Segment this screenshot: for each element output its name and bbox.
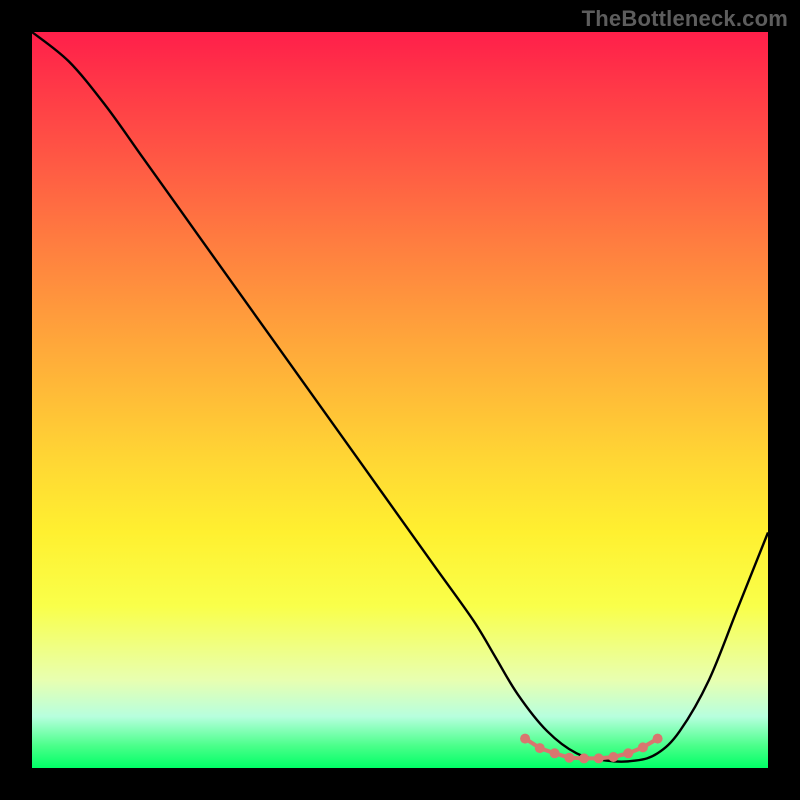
optimal-range-dot [579,753,589,763]
optimal-range-dot [608,752,618,762]
optimal-range-dot [594,753,604,763]
optimal-range-line [525,739,658,759]
optimal-range-dot [520,734,530,744]
curve-svg [32,32,768,768]
optimal-range-dot [535,743,545,753]
optimal-range-dot [623,748,633,758]
bottleneck-curve-path [32,32,768,762]
chart-frame: TheBottleneck.com [0,0,800,800]
watermark-text: TheBottleneck.com [582,6,788,32]
optimal-range-dot [564,753,574,763]
optimal-range-dot [653,734,663,744]
optimal-range-dot [550,748,560,758]
plot-area [32,32,768,768]
optimal-range-dot [638,742,648,752]
